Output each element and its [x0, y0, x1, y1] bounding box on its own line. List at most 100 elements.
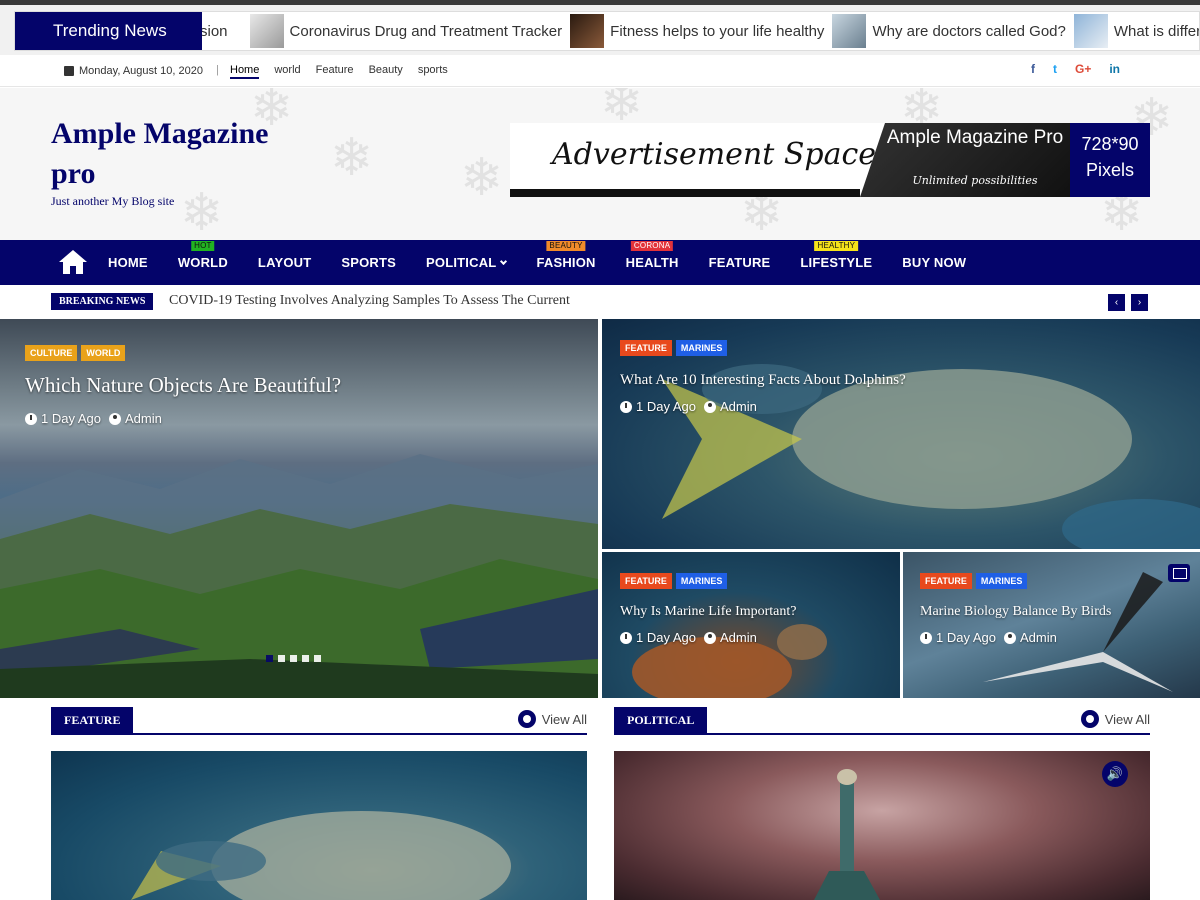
- nav-item-label[interactable]: LAYOUT: [258, 255, 311, 270]
- post-time[interactable]: 1 Day Ago: [636, 399, 696, 414]
- post-time[interactable]: 1 Day Ago: [936, 630, 996, 645]
- category-badge-feature[interactable]: FEATURE: [620, 573, 672, 589]
- trending-item[interactable]: Fitness helps to your life healthy: [570, 14, 824, 48]
- trending-bar: Trending News sion Coronavirus Drug and …: [0, 5, 1200, 55]
- nav-item-label[interactable]: SPORTS: [341, 255, 396, 270]
- post-title[interactable]: What Are 10 Interesting Facts About Dolp…: [620, 372, 906, 389]
- trending-item[interactable]: sion: [200, 23, 228, 40]
- nav-item-world[interactable]: HOT WORLD: [178, 240, 228, 285]
- site-title[interactable]: Ample Magazine pro: [51, 114, 311, 194]
- nav-item-health[interactable]: CORONA HEALTH: [626, 240, 679, 285]
- trending-item-text[interactable]: Why are doctors called God?: [872, 23, 1065, 40]
- twitter-icon[interactable]: t: [1053, 62, 1057, 76]
- trending-item-text[interactable]: What is differ: [1114, 23, 1199, 40]
- post-author[interactable]: Admin: [1020, 630, 1057, 645]
- nav-item-label[interactable]: WORLD: [178, 255, 228, 270]
- nav-item-home[interactable]: HOME: [108, 240, 148, 285]
- google-plus-icon[interactable]: G+: [1075, 62, 1091, 76]
- next-arrow-button[interactable]: ›: [1131, 294, 1148, 311]
- main-navigation: HOME HOT WORLD LAYOUT SPORTS POLITICAL BE…: [0, 240, 1200, 285]
- linkedin-icon[interactable]: in: [1109, 62, 1120, 76]
- trending-thumbnail[interactable]: [249, 14, 284, 48]
- slider-dot[interactable]: [278, 655, 285, 662]
- slider-dots: [266, 655, 321, 662]
- hero-post-dolphins[interactable]: FEATURE MARINES What Are 10 Interesting …: [602, 319, 1200, 549]
- hero-post-birds[interactable]: FEATURE MARINES Marine Biology Balance B…: [903, 552, 1200, 698]
- post-author[interactable]: Admin: [720, 399, 757, 414]
- clock-icon: [620, 400, 632, 413]
- nav-item-sports[interactable]: SPORTS: [341, 240, 396, 285]
- category-badge-marines[interactable]: MARINES: [975, 573, 1028, 589]
- slider-dot[interactable]: [266, 655, 273, 662]
- post-title[interactable]: Marine Biology Balance By Birds: [920, 604, 1111, 620]
- top-link-world[interactable]: world: [274, 64, 300, 79]
- post-title[interactable]: Which Nature Objects Are Beautiful?: [25, 373, 341, 398]
- top-link-sports[interactable]: sports: [418, 64, 448, 79]
- nav-item-label[interactable]: FEATURE: [709, 255, 771, 270]
- feature-post-image[interactable]: [51, 751, 587, 900]
- nav-item-label[interactable]: HOME: [108, 255, 148, 270]
- nav-item-label[interactable]: POLITICAL: [426, 255, 496, 270]
- nav-item-political[interactable]: POLITICAL: [426, 240, 508, 285]
- prev-arrow-button[interactable]: ‹: [1108, 294, 1125, 311]
- category-badge-culture[interactable]: CULTURE: [25, 345, 78, 361]
- slider-dot[interactable]: [290, 655, 297, 662]
- category-badge-marines[interactable]: MARINES: [675, 573, 728, 589]
- nav-item-label[interactable]: LIFESTYLE: [800, 255, 872, 270]
- category-badge-marines[interactable]: MARINES: [675, 340, 728, 356]
- top-link-feature[interactable]: Feature: [316, 64, 354, 79]
- trending-label: Trending News: [15, 12, 202, 50]
- hero-main-post[interactable]: CULTURE WORLD Which Nature Objects Are B…: [0, 319, 598, 698]
- ad-size: 728*90 Pixels: [1070, 123, 1150, 197]
- trending-thumbnail[interactable]: [832, 14, 867, 48]
- view-all-link[interactable]: View All: [517, 710, 587, 728]
- political-post-image[interactable]: 🔊: [614, 751, 1150, 900]
- top-link-beauty[interactable]: Beauty: [369, 64, 403, 79]
- post-time[interactable]: 1 Day Ago: [41, 411, 101, 426]
- post-categories: FEATURE MARINES: [620, 340, 728, 356]
- audio-icon[interactable]: 🔊: [1102, 761, 1128, 787]
- hero-post-marine-life[interactable]: FEATURE MARINES Why Is Marine Life Impor…: [602, 552, 900, 698]
- slider-dot[interactable]: [314, 655, 321, 662]
- trending-thumbnail[interactable]: [1073, 14, 1108, 48]
- advertisement-banner[interactable]: Advertisement Space Ample Magazine Pro U…: [510, 123, 1150, 197]
- chevron-down-icon[interactable]: [500, 257, 508, 266]
- top-link-home[interactable]: Home: [230, 64, 260, 79]
- nav-item-lifestyle[interactable]: HEALTHY LIFESTYLE: [800, 240, 872, 285]
- nav-item-label[interactable]: FASHION: [536, 255, 595, 270]
- post-time[interactable]: 1 Day Ago: [636, 630, 696, 645]
- breaking-news-headline[interactable]: COVID-19 Testing Involves Analyzing Samp…: [169, 293, 570, 309]
- view-all-label[interactable]: View All: [1105, 712, 1150, 727]
- facebook-icon[interactable]: f: [1031, 62, 1035, 76]
- home-icon[interactable]: [58, 249, 88, 275]
- category-badge-feature[interactable]: FEATURE: [920, 573, 972, 589]
- post-author[interactable]: Admin: [125, 411, 162, 426]
- post-author[interactable]: Admin: [720, 630, 757, 645]
- nav-item-label[interactable]: HEALTH: [626, 255, 679, 270]
- trending-item-text[interactable]: Coronavirus Drug and Treatment Tracker: [290, 23, 563, 40]
- trending-thumbnail[interactable]: [570, 14, 605, 48]
- post-meta: 1 Day Ago Admin: [920, 630, 1057, 645]
- slider-dot[interactable]: [302, 655, 309, 662]
- trending-item[interactable]: Coronavirus Drug and Treatment Tracker: [249, 14, 563, 48]
- trending-item-text[interactable]: Fitness helps to your life healthy: [610, 23, 824, 40]
- trending-item[interactable]: Why are doctors called God?: [832, 14, 1066, 48]
- view-all-link[interactable]: View All: [1080, 710, 1150, 728]
- trending-item-text[interactable]: sion: [200, 23, 228, 40]
- nav-item-feature[interactable]: FEATURE: [709, 240, 771, 285]
- nav-item-layout[interactable]: LAYOUT: [258, 240, 311, 285]
- view-all-icon[interactable]: [1080, 710, 1099, 728]
- nav-item-label[interactable]: BUY NOW: [902, 255, 966, 270]
- clock-icon: [620, 631, 632, 644]
- post-title[interactable]: Why Is Marine Life Important?: [620, 604, 797, 620]
- category-badge-world[interactable]: WORLD: [81, 345, 126, 361]
- nav-item-fashion[interactable]: BEAUTY FASHION: [536, 240, 595, 285]
- gallery-icon[interactable]: [1168, 564, 1190, 582]
- category-badge-feature[interactable]: FEATURE: [620, 340, 672, 356]
- top-info-bar: Monday, August 10, 2020 | Home world Fea…: [0, 55, 1200, 87]
- view-all-label[interactable]: View All: [542, 712, 587, 727]
- view-all-icon[interactable]: [517, 710, 536, 728]
- site-tagline: Just another My Blog site: [51, 194, 175, 208]
- nav-item-buy-now[interactable]: BUY NOW: [902, 240, 966, 285]
- trending-item[interactable]: What is differ: [1073, 14, 1199, 48]
